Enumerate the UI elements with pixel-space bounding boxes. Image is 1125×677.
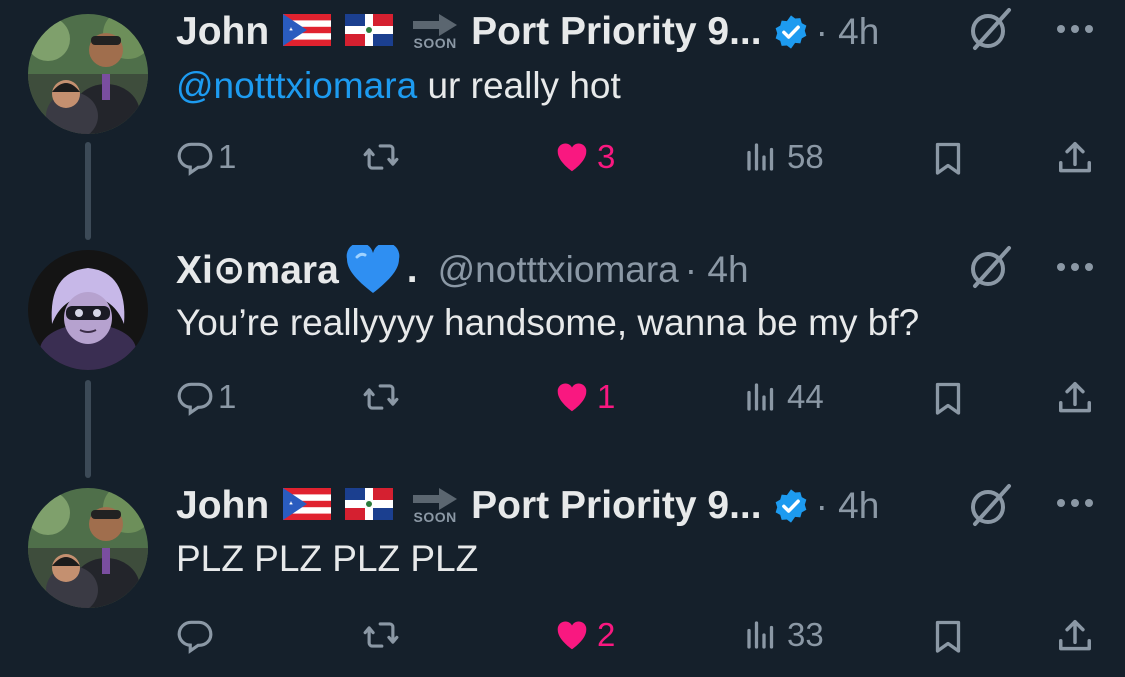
mention-link[interactable]: @notttxiomara — [176, 65, 417, 106]
more-icon[interactable] — [1053, 488, 1097, 518]
avatar-xiomara[interactable] — [28, 250, 148, 370]
like-count: 2 — [597, 616, 616, 653]
share-button[interactable] — [1056, 378, 1094, 418]
author-name-suffix[interactable]: Port Priority 9... — [471, 10, 761, 54]
bookmark-icon — [935, 142, 961, 175]
tweet-2[interactable]: Xi⊙mara . @notttxiomara · 4h You’re real… — [0, 240, 1125, 440]
grok-icon[interactable] — [965, 4, 1015, 54]
views-button[interactable]: 58 — [743, 138, 824, 176]
bookmark-icon — [935, 620, 961, 653]
views-icon — [747, 621, 774, 649]
views-button[interactable]: 44 — [743, 378, 824, 416]
retweet-icon — [363, 144, 399, 170]
tweet-text: You’re reallyyyy handsome, wanna be my b… — [176, 302, 920, 343]
share-icon — [1059, 382, 1091, 413]
retweet-button[interactable] — [360, 138, 402, 176]
bookmark-icon — [935, 382, 961, 415]
tweet-time[interactable]: · 4h — [816, 485, 880, 527]
grok-icon[interactable] — [965, 242, 1015, 292]
tweet-text: @notttxiomara ur really hot — [176, 65, 621, 107]
retweet-button[interactable] — [360, 378, 402, 416]
tweet-actions: 1 1 44 — [0, 374, 1125, 424]
bookmark-button[interactable] — [930, 138, 966, 178]
tweet-actions: 1 3 58 — [0, 134, 1125, 184]
puerto-rico-flag-icon — [283, 13, 332, 51]
view-count: 58 — [787, 138, 824, 175]
like-button[interactable]: 1 — [553, 378, 615, 416]
retweet-icon — [363, 384, 399, 410]
more-icon[interactable] — [1053, 252, 1097, 282]
author-name-end: . — [406, 248, 418, 291]
author-name[interactable]: Xi⊙mara — [176, 248, 339, 293]
like-count: 3 — [597, 138, 616, 175]
soon-label: SOON — [413, 35, 457, 51]
soon-arrow-icon — [413, 14, 458, 36]
bookmark-button[interactable] — [930, 378, 966, 418]
views-icon — [747, 383, 774, 411]
soon-badge: SOON — [413, 14, 458, 51]
dominican-flag-icon — [345, 13, 394, 51]
grok-icon[interactable] — [965, 480, 1015, 530]
author-name[interactable]: John — [176, 10, 269, 54]
reply-button[interactable] — [176, 616, 218, 654]
like-count: 1 — [597, 378, 616, 415]
like-button[interactable]: 3 — [553, 138, 615, 176]
view-count: 44 — [787, 378, 824, 415]
author-name-suffix[interactable]: Port Priority 9... — [471, 484, 761, 528]
soon-badge: SOON — [413, 488, 458, 525]
tweet-3[interactable]: John SOON Port Priority 9... · 4h PLZ PL… — [0, 474, 1125, 677]
author-handle[interactable]: @notttxiomara — [438, 249, 679, 291]
retweet-icon — [363, 622, 399, 648]
heart-icon — [557, 143, 587, 172]
verified-badge-icon — [775, 489, 806, 523]
reply-icon — [177, 142, 213, 176]
tweet-text-content: ur really hot — [427, 65, 621, 106]
tweet-text: PLZ PLZ PLZ PLZ — [176, 538, 479, 579]
dominican-flag-icon — [345, 487, 394, 525]
tweet-time[interactable]: · 4h — [685, 249, 749, 291]
share-icon — [1059, 620, 1091, 651]
views-icon — [747, 143, 774, 171]
verified-badge-icon — [775, 15, 806, 49]
reply-icon — [177, 382, 213, 416]
heart-icon — [557, 621, 587, 650]
more-icon[interactable] — [1053, 14, 1097, 44]
reply-button[interactable]: 1 — [176, 138, 236, 176]
soon-label: SOON — [413, 509, 457, 525]
author-name[interactable]: John — [176, 484, 269, 528]
view-count: 33 — [787, 616, 824, 653]
soon-arrow-icon — [413, 488, 458, 510]
blue-heart-icon — [346, 245, 400, 293]
share-button[interactable] — [1056, 616, 1094, 656]
avatar-john[interactable] — [28, 488, 148, 608]
views-button[interactable]: 33 — [743, 616, 824, 654]
share-icon — [1059, 142, 1091, 173]
reply-button[interactable]: 1 — [176, 378, 236, 416]
reply-count: 1 — [218, 138, 237, 175]
puerto-rico-flag-icon — [283, 487, 332, 525]
tweet-time[interactable]: · 4h — [816, 11, 880, 53]
tweet-1[interactable]: John SOON Port Priority 9... · 4h @nottt… — [0, 0, 1125, 200]
tweet-actions: 2 33 — [0, 612, 1125, 662]
bookmark-button[interactable] — [930, 616, 966, 656]
heart-icon — [557, 383, 587, 412]
retweet-button[interactable] — [360, 616, 402, 654]
share-button[interactable] — [1056, 138, 1094, 178]
reply-icon — [177, 620, 213, 654]
reply-count: 1 — [218, 378, 237, 415]
avatar-john[interactable] — [28, 14, 148, 134]
like-button[interactable]: 2 — [553, 616, 615, 654]
